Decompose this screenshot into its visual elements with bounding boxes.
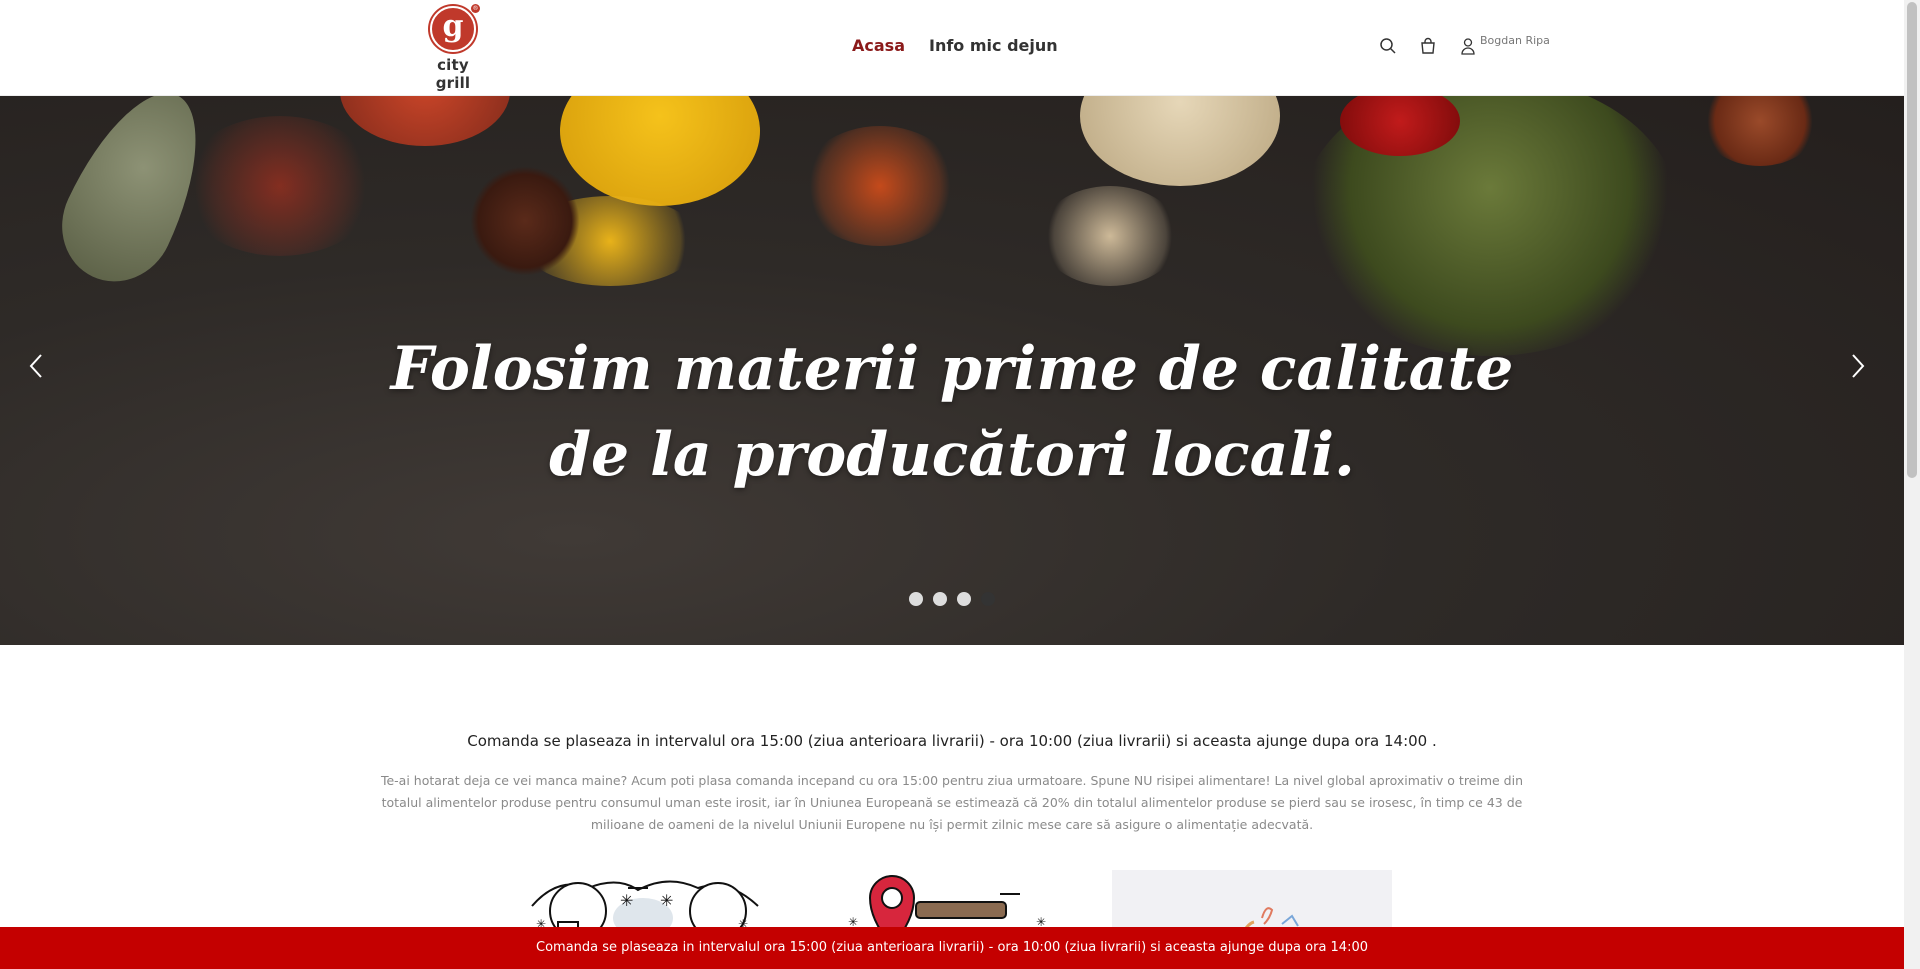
ginger-powder-decoration — [1080, 96, 1280, 186]
site-header: g ® city grill Acasa Info mic dejun Bogd… — [0, 0, 1904, 96]
ginger-spill-decoration — [1040, 186, 1180, 286]
saffron-decoration — [800, 126, 960, 246]
logo-text: city grill — [435, 56, 471, 92]
chevron-right-icon — [1852, 354, 1865, 378]
slider-dot-4[interactable] — [981, 592, 995, 606]
cinnamon-decoration — [1700, 96, 1820, 166]
turmeric-decoration — [560, 96, 760, 206]
nav-item-acasa[interactable]: Acasa — [852, 36, 905, 55]
logo-mark: g ® — [430, 4, 480, 52]
order-notice-bar: Comanda se plaseaza in intervalul ora 15… — [0, 927, 1904, 969]
slider-dots — [0, 592, 1904, 606]
cart-icon[interactable] — [1418, 36, 1438, 56]
hero-slider: Folosim materii prime de calitate de la … — [0, 96, 1904, 645]
user-account[interactable]: Bogdan Ripa — [1458, 34, 1550, 56]
main-nav: Acasa Info mic dejun — [852, 36, 1058, 55]
slider-dot-3[interactable] — [957, 592, 971, 606]
slider-next-button[interactable] — [1838, 346, 1878, 386]
star-anise-decoration — [470, 166, 580, 276]
slider-dot-2[interactable] — [933, 592, 947, 606]
order-info-title: Comanda se plaseaza in intervalul ora 15… — [467, 732, 1437, 750]
slider-prev-button[interactable] — [16, 346, 56, 386]
order-info-text: Te-ai hotarat deja ce vei manca maine? A… — [380, 773, 1524, 832]
chili-flakes-decoration — [180, 116, 380, 256]
svg-text:✳: ✳ — [660, 891, 673, 910]
registered-mark: ® — [471, 4, 480, 13]
hero-title-line-2: de la producători locali. — [549, 420, 1355, 490]
hero-title-line-1: Folosim materii prime de calitate — [390, 334, 1514, 404]
slider-dot-1[interactable] — [909, 592, 923, 606]
page-scrollbar[interactable] — [1904, 0, 1920, 969]
user-icon — [1458, 36, 1478, 56]
page: g ® city grill Acasa Info mic dejun Bogd… — [0, 0, 1920, 969]
logo[interactable]: g ® city grill — [418, 4, 488, 92]
hero-title: Folosim materii prime de calitate de la … — [0, 326, 1904, 498]
user-name: Bogdan Ripa — [1480, 34, 1550, 47]
nav-item-info-mic-dejun[interactable]: Info mic dejun — [929, 36, 1058, 55]
header-actions: Bogdan Ripa — [1378, 34, 1550, 56]
spice-bowl-decoration — [340, 96, 510, 146]
scrollbar-thumb[interactable] — [1907, 2, 1917, 478]
chevron-left-icon — [29, 354, 42, 378]
svg-text:✳: ✳ — [620, 891, 633, 910]
logo-letter: g — [442, 9, 464, 44]
search-icon[interactable] — [1378, 36, 1398, 56]
